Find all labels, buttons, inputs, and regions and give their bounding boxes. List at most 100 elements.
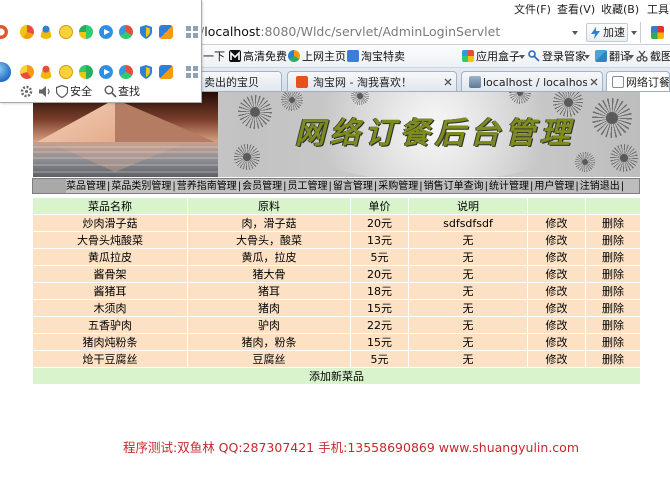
nav-link[interactable]: 统计管理	[489, 181, 529, 192]
search-icon[interactable]	[104, 85, 117, 98]
tab-localhost[interactable]: localhost / localhost /...	[461, 71, 603, 91]
edit-link[interactable]: 修改	[546, 285, 568, 298]
smiley-icon[interactable]	[59, 25, 73, 39]
edit-link[interactable]: 修改	[546, 302, 568, 315]
nav-link[interactable]: 销售订单查询	[424, 181, 484, 192]
smiley-icon[interactable]	[59, 65, 73, 79]
play-icon[interactable]	[99, 65, 113, 79]
grid-menu-icon[interactable]	[186, 26, 198, 38]
add-dish-link[interactable]: 添加新菜品	[309, 370, 364, 383]
accelerate-dropdown-icon[interactable]	[631, 31, 637, 35]
ingredients-cell: 黄瓜，拉皮	[187, 248, 351, 266]
nav-link[interactable]: 员工管理	[288, 181, 328, 192]
dish-name-cell: 酱猪耳	[32, 282, 188, 300]
menu-tools[interactable]: 工具	[647, 4, 670, 16]
address-dropdown-icon[interactable]	[572, 31, 578, 35]
bookmark-taobao-sale[interactable]: 淘宝特卖	[361, 50, 405, 63]
accelerate-button[interactable]: 加速	[586, 23, 628, 42]
edit-link[interactable]: 修改	[546, 336, 568, 349]
delete-link[interactable]: 删除	[602, 336, 624, 349]
shield-icon[interactable]	[139, 25, 153, 39]
dish-name-cell: 炒肉滑子菇	[32, 214, 188, 232]
delete-cell: 删除	[585, 316, 641, 334]
url-field[interactable]: /localhost:8080/Wldc/servlet/AdminLoginS…	[200, 23, 564, 41]
app-badge-icon[interactable]	[159, 25, 173, 39]
security-shield-icon[interactable]	[56, 85, 68, 98]
nav-link[interactable]: 营养指南管理	[177, 181, 237, 192]
admin-nav-bar: 菜品管理|菜品类别管理|营养指南管理|会员管理|员工管理|留言管理|采购管理|销…	[32, 178, 640, 194]
nav-link[interactable]: 菜品类别管理	[111, 181, 171, 192]
starburst-decoration	[610, 144, 638, 172]
edit-link[interactable]: 修改	[546, 251, 568, 264]
tab-close-icon[interactable]	[590, 78, 598, 86]
translate-dropdown-icon[interactable]	[628, 55, 634, 59]
delete-link[interactable]: 删除	[602, 285, 624, 298]
table-row: 猪肉炖粉条 猪肉，粉条 15元 无 修改 删除	[32, 333, 641, 351]
security-label[interactable]: 安全	[70, 85, 92, 98]
price-cell: 18元	[350, 282, 409, 300]
gear-icon[interactable]	[20, 85, 33, 98]
table-row: 大骨头炖酸菜 大骨头，酸菜 13元 无 修改 删除	[32, 231, 641, 249]
bookmark-yixia[interactable]: 一下	[203, 50, 225, 63]
nav-link[interactable]: 注销退出	[580, 181, 620, 192]
pinwheel-icon[interactable]	[20, 25, 34, 39]
nav-link[interactable]: 采购管理	[378, 181, 418, 192]
delete-link[interactable]: 删除	[602, 353, 624, 366]
taobao-icon	[296, 76, 308, 88]
color-ball-icon[interactable]	[119, 25, 133, 39]
login-manager-dropdown-icon[interactable]	[584, 55, 590, 59]
edit-link[interactable]: 修改	[546, 319, 568, 332]
bookmark-home-page[interactable]: 上网主页	[302, 50, 346, 63]
bookmark-login-manager[interactable]: 登录管家	[542, 50, 586, 63]
dish-name-cell: 大骨头炖酸菜	[32, 231, 188, 249]
nav-link[interactable]: 会员管理	[242, 181, 282, 192]
dish-rows: 炒肉滑子菇 肉，滑子菇 20元 sdfsdfsdf 修改 删除 大骨头炖酸菜 大…	[32, 214, 641, 368]
delete-link[interactable]: 删除	[602, 234, 624, 247]
tab-close-icon[interactable]	[444, 78, 452, 86]
home-page-icon	[288, 50, 300, 62]
user-icon[interactable]	[39, 65, 53, 79]
speaker-icon[interactable]	[38, 85, 51, 98]
tab-taobao[interactable]: 淘宝网 - 淘我喜欢！	[287, 71, 457, 91]
nav-link[interactable]: 菜品管理	[66, 181, 106, 192]
edit-link[interactable]: 修改	[546, 234, 568, 247]
pinwheel-icon[interactable]	[20, 65, 34, 79]
menu-view[interactable]: 查看(V)	[557, 4, 595, 16]
edit-link[interactable]: 修改	[546, 217, 568, 230]
delete-link[interactable]: 删除	[602, 251, 624, 264]
table-header-row: 菜品名称 原料 单价 说明	[32, 197, 641, 215]
green-swirl-icon[interactable]	[79, 65, 93, 79]
bookmark-hd-free[interactable]: 高清免费	[243, 50, 287, 63]
tab-order-admin[interactable]: 网络订餐后	[606, 71, 670, 91]
play-icon[interactable]	[99, 25, 113, 39]
search-engine-box[interactable]	[640, 22, 670, 43]
bookmark-screenshot[interactable]: 截图	[650, 50, 670, 63]
edit-cell: 修改	[527, 299, 586, 317]
edit-link[interactable]: 修改	[546, 353, 568, 366]
find-label[interactable]: 查找	[118, 85, 140, 98]
shield-icon[interactable]	[139, 65, 153, 79]
delete-link[interactable]: 删除	[602, 217, 624, 230]
browser-window: 文件(F) 查看(V) 收藏(B) 工具 /localhost:8080/Wld…	[0, 0, 670, 489]
edit-link[interactable]: 修改	[546, 268, 568, 281]
tab-sold-items[interactable]: 卖出的宝贝	[198, 71, 282, 91]
delete-link[interactable]: 删除	[602, 268, 624, 281]
app-badge-icon[interactable]	[159, 65, 173, 79]
delete-link[interactable]: 删除	[602, 302, 624, 315]
price-cell: 20元	[350, 265, 409, 283]
nav-link[interactable]: 用户管理	[534, 181, 574, 192]
color-ball-icon[interactable]	[119, 65, 133, 79]
app-box-dropdown-icon[interactable]	[519, 55, 525, 59]
grid-menu-icon[interactable]	[186, 66, 198, 78]
orange-ring-icon[interactable]	[0, 25, 8, 39]
menu-favorites[interactable]: 收藏(B)	[601, 4, 639, 16]
menu-file[interactable]: 文件(F)	[514, 4, 551, 16]
user-icon[interactable]	[39, 25, 53, 39]
nav-separator: |	[373, 181, 378, 192]
nav-separator: |	[530, 181, 534, 192]
blue-globe-icon[interactable]	[0, 62, 11, 82]
green-swirl-icon[interactable]	[79, 25, 93, 39]
delete-link[interactable]: 删除	[602, 319, 624, 332]
nav-link[interactable]: 留言管理	[333, 181, 373, 192]
bookmark-app-box[interactable]: 应用盒子	[476, 50, 520, 63]
